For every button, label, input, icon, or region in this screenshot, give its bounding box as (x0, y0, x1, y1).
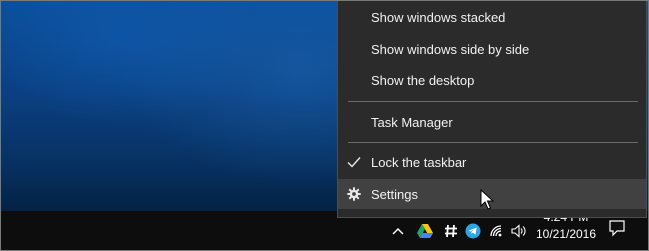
menu-item-label: Task Manager (371, 114, 453, 130)
screen-frame: 4:24 PM 10/21/2016 Show windows stacked … (0, 0, 649, 251)
menu-item-label: Lock the taskbar (371, 154, 467, 170)
menu-item-label: Show the desktop (371, 72, 475, 88)
mouse-cursor-icon (480, 188, 495, 216)
menu-separator (348, 101, 638, 102)
menu-item-show-the-desktop[interactable]: Show the desktop (338, 65, 646, 95)
menu-item-task-manager[interactable]: Task Manager (338, 107, 646, 137)
menu-item-show-windows-stacked[interactable]: Show windows stacked (338, 2, 646, 32)
checkmark-icon (347, 155, 361, 169)
gear-icon (347, 187, 361, 201)
menu-item-label: Show windows stacked (371, 9, 506, 25)
menu-item-label: Settings (371, 186, 418, 202)
action-center-icon[interactable] (605, 215, 629, 241)
menu-item-lock-the-taskbar[interactable]: Lock the taskbar (338, 147, 646, 177)
taskbar-context-menu: Show windows stacked Show windows side b… (337, 1, 647, 218)
clock-date: 10/21/2016 (535, 227, 597, 241)
menu-separator (348, 142, 638, 143)
menu-item-label: Show windows side by side (371, 41, 530, 57)
menu-item-show-windows-side-by-side[interactable]: Show windows side by side (338, 34, 646, 64)
